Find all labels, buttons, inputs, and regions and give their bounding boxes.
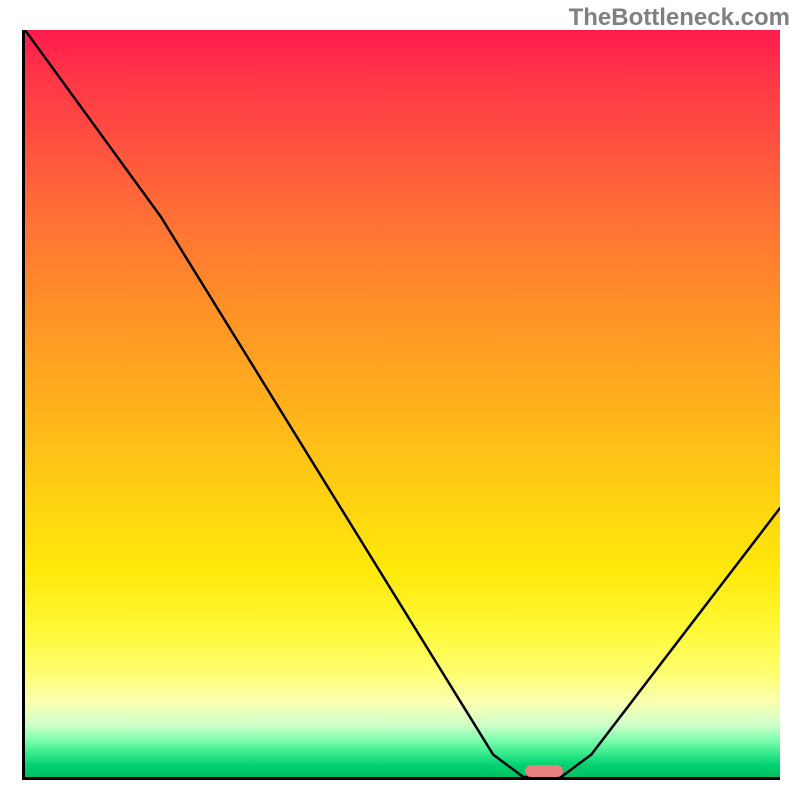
plot-area [22,30,780,780]
bottleneck-curve [25,30,780,777]
optimal-marker [525,765,563,777]
curve-svg [25,30,780,777]
watermark-text: TheBottleneck.com [569,4,790,32]
chart-container: TheBottleneck.com [0,0,800,800]
